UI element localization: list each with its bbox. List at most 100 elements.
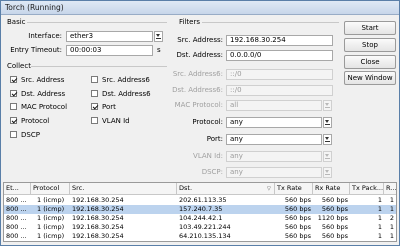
cell-protocol: 1 (icmp) (37, 232, 65, 240)
protocol-filter-select[interactable]: any (226, 117, 322, 128)
cell-src: 192.168.30.254 (72, 223, 124, 231)
interface-select[interactable]: ether3 (66, 31, 153, 42)
traffic-table[interactable]: Et... Protocol Src. Dst. ▽ Tx Rate Rx Ra… (3, 182, 397, 242)
dscp-checkbox[interactable] (10, 131, 17, 138)
cell-src: 192.168.30.254 (72, 214, 124, 222)
dst-address6-collect-label: Dst. Address6 (102, 90, 151, 98)
src-address-filter-input[interactable]: 192.168.30.254 (226, 35, 333, 46)
cell-tx-packets: 1 (377, 232, 382, 240)
protocol-collect-label: Protocol (21, 117, 50, 125)
collect-heading: Collect (7, 62, 31, 70)
window-title: Torch (Running) (5, 3, 64, 12)
collect-divider (31, 66, 167, 67)
cell-tx-rate: 560 bps (284, 196, 311, 204)
cell-rx-packets: 1 (389, 205, 394, 213)
dst-address-checkbox[interactable] (10, 90, 17, 97)
cell-rx-rate: 560 bps (321, 196, 348, 204)
dst-address6-filter-input[interactable]: ::/0 (226, 85, 333, 96)
basic-heading: Basic (7, 18, 26, 26)
protocol-filter-label: Protocol: (192, 118, 223, 126)
cell-protocol: 1 (icmp) (37, 205, 65, 213)
cell-rx-rate: 1120 bps (317, 214, 348, 222)
src-address6-checkbox[interactable] (91, 76, 98, 83)
protocol-checkbox[interactable] (10, 117, 17, 124)
port-checkbox[interactable] (91, 103, 98, 110)
vlan-id-checkbox[interactable] (91, 117, 98, 124)
cell-protocol: 1 (icmp) (37, 223, 65, 231)
port-dropdown-icon[interactable] (323, 134, 332, 145)
cell-eth: 800 ... (6, 214, 27, 222)
cell-tx-rate: 560 bps (284, 205, 311, 213)
cell-src: 192.168.30.254 (72, 205, 124, 213)
cell-dst: 104.244.42.1 (179, 214, 223, 222)
close-button[interactable]: Close (344, 55, 396, 69)
dst-address-filter-label: Dst. Address: (176, 51, 223, 59)
dst-address6-checkbox[interactable] (91, 90, 98, 97)
torch-window: Torch (Running) Basic Interface: ether3 … (0, 0, 400, 246)
table-row[interactable]: 800 ... 1 (icmp) 192.168.30.254 64.210.1… (4, 232, 396, 241)
table-row[interactable]: 800 ... 1 (icmp) 192.168.30.254 202.61.1… (4, 196, 396, 205)
cell-rx-packets: 1 (389, 223, 394, 231)
src-address6-filter-label: Src. Address6: (172, 70, 223, 78)
cell-dst: 157.240.7.35 (179, 205, 223, 213)
col-dst-header[interactable]: Dst. (177, 183, 275, 194)
sort-descending-icon: ▽ (267, 186, 271, 192)
cell-src: 192.168.30.254 (72, 196, 124, 204)
col-rx-rate-header[interactable]: Rx Rate (313, 183, 350, 194)
col-tx-packets-header[interactable]: Tx Pack... (350, 183, 384, 194)
table-row[interactable]: 800 ... 1 (icmp) 192.168.30.254 104.244.… (4, 214, 396, 223)
col-eth-header[interactable]: Et... (4, 183, 31, 194)
filters-heading: Filters (179, 18, 200, 26)
src-address6-filter-input[interactable]: ::/0 (226, 69, 333, 80)
basic-divider (27, 22, 167, 23)
filters-divider (202, 22, 339, 23)
vlan-id-filter-label: VLAN Id: (193, 152, 223, 160)
mac-protocol-filter-select[interactable]: all (226, 100, 322, 111)
title-bar[interactable]: Torch (Running) (1, 1, 399, 15)
cell-protocol: 1 (icmp) (37, 214, 65, 222)
protocol-dropdown-icon[interactable] (323, 117, 332, 128)
entry-timeout-label: Entry Timeout: (10, 46, 62, 54)
cell-eth: 800 ... (6, 232, 27, 240)
table-row[interactable]: 800 ... 1 (icmp) 192.168.30.254 157.240.… (4, 205, 396, 214)
cell-eth: 800 ... (6, 223, 27, 231)
cell-tx-packets: 1 (377, 196, 382, 204)
dscp-dropdown-icon[interactable] (323, 167, 332, 178)
dscp-filter-select[interactable]: any (226, 167, 322, 178)
cell-rx-rate: 560 bps (321, 232, 348, 240)
dst-address-filter-input[interactable]: 0.0.0.0/0 (226, 50, 333, 61)
table-row[interactable]: 800 ... 1 (icmp) 192.168.30.254 103.49.2… (4, 223, 396, 232)
cell-tx-rate: 560 bps (284, 223, 311, 231)
mac-protocol-dropdown-icon[interactable] (323, 100, 332, 111)
new-window-button[interactable]: New Window (344, 71, 396, 85)
cell-dst: 64.210.135.134 (179, 232, 231, 240)
port-filter-label: Port: (206, 135, 223, 143)
cell-rx-rate: 560 bps (321, 223, 348, 231)
mac-protocol-collect-label: MAC Protocol (21, 103, 68, 111)
dscp-filter-label: DSCP: (201, 168, 223, 176)
cell-src: 192.168.30.254 (72, 232, 124, 240)
interface-label: Interface: (28, 32, 62, 40)
col-tx-rate-header[interactable]: Tx Rate (275, 183, 313, 194)
entry-timeout-input[interactable]: 00:00:03 (66, 45, 153, 56)
mac-protocol-checkbox[interactable] (10, 103, 17, 110)
cell-rx-rate: 560 bps (321, 205, 348, 213)
col-protocol-header[interactable]: Protocol (31, 183, 70, 194)
src-address-checkbox[interactable] (10, 76, 17, 83)
cell-tx-rate: 560 bps (284, 232, 311, 240)
col-src-header[interactable]: Src. (70, 183, 177, 194)
cell-dst: 103.49.221.244 (179, 223, 231, 231)
dst-address-collect-label: Dst. Address (21, 90, 66, 98)
vlan-id-dropdown-icon[interactable] (323, 151, 332, 162)
src-address-collect-label: Src. Address (21, 76, 65, 84)
col-rx-packets-header[interactable]: R... (384, 183, 396, 194)
vlan-id-collect-label: VLAN Id (102, 117, 130, 125)
dst-address6-filter-label: Dst. Address6: (172, 86, 223, 94)
port-collect-label: Port (102, 103, 116, 111)
stop-button[interactable]: Stop (344, 38, 396, 52)
vlan-id-filter-select[interactable]: any (226, 151, 322, 162)
start-button[interactable]: Start (344, 21, 396, 35)
cell-protocol: 1 (icmp) (37, 196, 65, 204)
dscp-collect-label: DSCP (21, 131, 40, 139)
port-filter-select[interactable]: any (226, 134, 322, 145)
